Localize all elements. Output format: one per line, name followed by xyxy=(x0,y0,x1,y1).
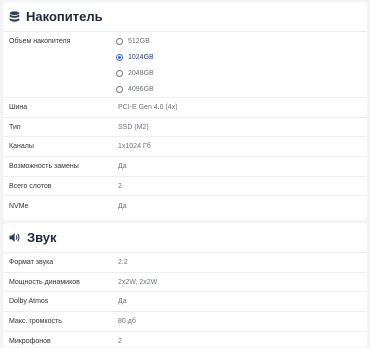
volume-option-label: 512GB xyxy=(128,38,150,45)
spec-row-microphones: Микрофонов 2 xyxy=(3,332,367,348)
spec-row-nvme: NVMe Да xyxy=(3,196,367,216)
spec-row-bus: Шина PCI-E Gen 4.0 (4x) xyxy=(3,98,367,118)
spec-label: Микрофонов xyxy=(9,338,51,346)
speaker-icon xyxy=(9,232,21,243)
volume-radio-group: 512GB 1024GB 2048GB 4096GB xyxy=(116,37,154,94)
spec-value: 1x1024 Гб xyxy=(118,143,151,151)
storage-title: Накопитель xyxy=(26,9,103,24)
volume-option-label: 1024GB xyxy=(128,54,154,61)
spec-label: Каналы xyxy=(9,143,34,151)
spec-value: 2.2 xyxy=(118,258,128,266)
volume-option-4096gb[interactable]: 4096GB xyxy=(116,85,154,94)
volume-label: Объем накопителя xyxy=(9,38,71,45)
spec-value: Да xyxy=(118,298,127,306)
spec-row-type: Тип SSD (M2) xyxy=(3,118,367,138)
spec-value: 2x2W, 2x2W xyxy=(118,278,158,286)
spec-row-dolby-atmos: Dolby Atmos Да xyxy=(3,292,367,313)
volume-option-label: 4096GB xyxy=(128,86,154,93)
sound-title: Звук xyxy=(27,230,57,245)
spec-label: Мощность динамиков xyxy=(9,278,80,286)
radio-checked-icon[interactable] xyxy=(116,54,123,61)
spec-row-audio-format: Формат звука 2.2 xyxy=(3,253,367,273)
spec-label: NVMe xyxy=(9,202,29,210)
spec-row-slots: Всего слотов 2 xyxy=(3,177,367,197)
spec-value: PCI-E Gen 4.0 (4x) xyxy=(118,103,178,111)
spec-value: 2 xyxy=(118,338,122,346)
spec-label: Dolby Atmos xyxy=(9,298,49,306)
database-icon xyxy=(9,10,20,23)
spec-label: Всего слотов xyxy=(9,182,52,190)
spec-row-max-volume: Макс. громкость 80 дб xyxy=(3,312,367,332)
radio-unchecked-icon[interactable] xyxy=(116,86,123,93)
radio-unchecked-icon[interactable] xyxy=(116,70,123,77)
volume-option-1024gb[interactable]: 1024GB xyxy=(116,53,154,62)
sound-header: Звук xyxy=(3,223,367,253)
spec-value: SSD (M2) xyxy=(118,123,149,131)
volume-option-label: 2048GB xyxy=(128,70,154,77)
spec-value: Да xyxy=(118,202,127,210)
radio-unchecked-icon[interactable] xyxy=(116,38,123,45)
sound-card: Звук Формат звука 2.2 Мощность динамиков… xyxy=(3,223,367,347)
spec-label: Возможность замены xyxy=(9,162,79,170)
volume-row: Объем накопителя 512GB 1024GB 2048GB 409… xyxy=(3,32,367,98)
volume-option-2048gb[interactable]: 2048GB xyxy=(116,69,154,78)
spec-row-speaker-power: Мощность динамиков 2x2W, 2x2W xyxy=(3,273,367,293)
volume-option-512gb[interactable]: 512GB xyxy=(116,37,154,46)
spec-row-replaceable: Возможность замены Да xyxy=(3,157,367,177)
spec-label: Тип xyxy=(9,123,21,131)
storage-card: Накопитель Объем накопителя 512GB 1024GB… xyxy=(3,2,367,220)
spec-label: Формат звука xyxy=(9,258,54,266)
spec-value: 2 xyxy=(118,182,122,190)
spec-label: Макс. громкость xyxy=(9,317,62,325)
spec-value: 80 дб xyxy=(118,317,136,325)
storage-header: Накопитель xyxy=(3,2,367,32)
spec-row-channels: Каналы 1x1024 Гб xyxy=(3,137,367,158)
spec-value: Да xyxy=(118,162,127,170)
spec-label: Шина xyxy=(9,103,28,111)
